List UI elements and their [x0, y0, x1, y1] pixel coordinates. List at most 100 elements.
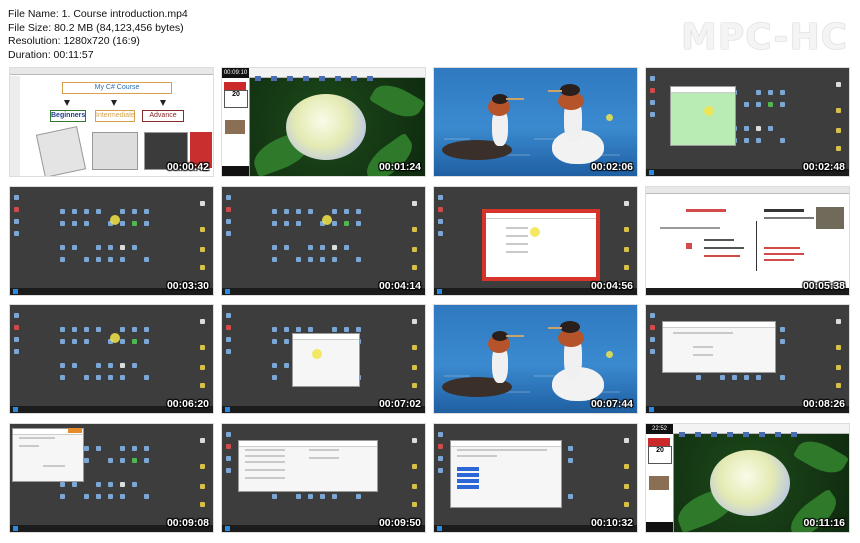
video-thumbnail: 22:52 20 00:11:16	[645, 423, 850, 533]
toolbar-icon	[255, 76, 261, 81]
desktop	[10, 305, 213, 413]
desktop-icon	[132, 363, 137, 368]
desktop-icon	[836, 128, 841, 133]
desktop-icon	[144, 209, 149, 214]
green-window	[670, 86, 736, 146]
desktop-icon	[226, 444, 231, 449]
desktop-icon	[438, 231, 443, 236]
desktop-icon	[744, 102, 749, 107]
desktop-icon	[72, 339, 77, 344]
desktop-icon	[14, 219, 19, 224]
desktop-icon	[624, 502, 629, 507]
desktop-icon	[272, 209, 277, 214]
desktop-icon	[836, 345, 841, 350]
flower-photo: 00:09:10 20	[222, 68, 425, 176]
desktop-icon	[756, 102, 761, 107]
desktop-icon	[768, 90, 773, 95]
list-item	[457, 485, 479, 489]
video-thumbnail: 00:09:50	[221, 423, 426, 533]
desktop-icon	[96, 245, 101, 250]
desktop-icon	[60, 494, 65, 499]
document-page	[646, 187, 849, 295]
desktop-icon	[226, 456, 231, 461]
window-content-line	[245, 469, 285, 471]
desktop-icon	[84, 339, 89, 344]
desktop-icon	[96, 375, 101, 380]
lake-photo	[434, 305, 637, 413]
list-item	[457, 479, 479, 483]
timestamp: 00:01:24	[378, 161, 421, 173]
desktop-icon	[780, 339, 785, 344]
desktop-icon	[332, 327, 337, 332]
resolution: Resolution: 1280x720 (16:9)	[8, 35, 140, 48]
window-content-line	[309, 457, 339, 459]
doc-line	[704, 239, 734, 241]
bird-beak	[506, 98, 524, 100]
toolbar-icon	[711, 432, 717, 437]
window-content-line	[43, 465, 65, 467]
desktop-icon	[836, 383, 841, 388]
top-toolbar	[673, 424, 849, 437]
desktop-icon	[332, 209, 337, 214]
hydrangea	[710, 450, 790, 516]
desktop-icon	[412, 383, 417, 388]
top-toolbar	[249, 68, 425, 81]
desktop-icon	[226, 219, 231, 224]
panel-photo	[649, 476, 669, 490]
desktop-icon	[780, 138, 785, 143]
desktop-icon	[72, 363, 77, 368]
cursor-highlight	[110, 333, 120, 343]
toolbar-icon	[695, 432, 701, 437]
desktop-icon	[308, 494, 313, 499]
doc-photo	[816, 207, 844, 229]
doc-heading	[764, 209, 804, 212]
desktop-icon	[96, 446, 101, 451]
timestamp: 00:09:08	[166, 517, 209, 529]
desktop-icon	[120, 482, 125, 487]
bird-beak	[548, 327, 562, 329]
window-titlebar	[451, 441, 561, 447]
desktop-icon	[650, 88, 655, 93]
desktop	[10, 187, 213, 295]
doc-heading	[686, 209, 726, 212]
desktop-icon	[836, 146, 841, 151]
toolbar-icon	[351, 76, 357, 81]
desktop-icon	[836, 82, 841, 87]
desktop-icon	[132, 458, 137, 463]
desktop-icon	[780, 375, 785, 380]
desktop-icon	[108, 257, 113, 262]
desktop-icon	[624, 484, 629, 489]
toolbar-icon	[303, 76, 309, 81]
toolbar-icon	[743, 432, 749, 437]
list-item	[457, 467, 479, 471]
desktop-icon	[84, 209, 89, 214]
desktop-icon	[650, 325, 655, 330]
cursor-highlight	[606, 114, 613, 121]
desktop-icon	[14, 325, 19, 330]
desktop-icon	[108, 482, 113, 487]
timestamp: 00:10:32	[590, 517, 633, 529]
desktop-icon	[200, 464, 205, 469]
desktop-icon	[200, 227, 205, 232]
desktop-icon	[296, 327, 301, 332]
arrow-icon	[111, 100, 117, 106]
cursor-highlight	[530, 227, 540, 237]
desktop-icon	[120, 221, 125, 226]
desktop-icon	[96, 482, 101, 487]
window-titlebar	[671, 87, 735, 93]
toolbar-icon	[335, 76, 341, 81]
desktop-icon	[14, 231, 19, 236]
desktop-icon	[284, 327, 289, 332]
intermediate-box: Intermediate	[95, 110, 135, 122]
desktop-icon	[200, 438, 205, 443]
desktop-icon	[308, 245, 313, 250]
desktop-icon	[84, 494, 89, 499]
desktop-icon	[332, 494, 337, 499]
desktop-icon	[356, 327, 361, 332]
desktop-icon	[568, 494, 573, 499]
panel-footer	[646, 522, 673, 532]
advance-box: Advance	[142, 110, 184, 122]
desktop-icon	[650, 100, 655, 105]
window-content-line	[693, 346, 713, 348]
desktop-icon	[624, 265, 629, 270]
